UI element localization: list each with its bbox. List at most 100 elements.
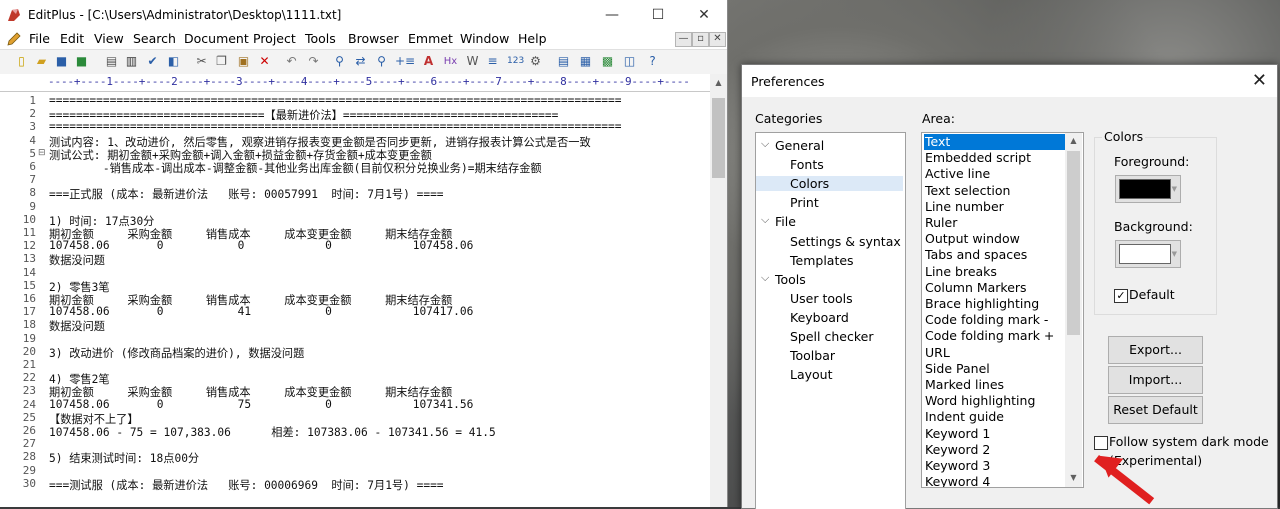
area-list-scrollbar[interactable]: ▲ ▼	[1065, 133, 1082, 487]
area-item[interactable]: Text	[924, 134, 1065, 150]
goto-line-icon[interactable]: +≡	[395, 54, 415, 69]
area-item[interactable]: Side Panel	[924, 361, 1065, 377]
minimize-button[interactable]: —	[589, 0, 635, 30]
chevron-down-icon[interactable]: ⌵	[761, 137, 769, 151]
menu-window[interactable]: Window	[460, 31, 509, 46]
category-spell-checker[interactable]: Spell checker	[790, 329, 873, 344]
category-fonts[interactable]: Fonts	[790, 157, 824, 172]
browser-icon[interactable]: ◧	[166, 54, 181, 69]
area-scrollbar-thumb[interactable]	[1067, 151, 1080, 335]
area-item[interactable]: Column Markers	[924, 280, 1065, 296]
hex-view-icon[interactable]: Hx	[443, 54, 458, 69]
menu-document[interactable]: Document	[184, 31, 249, 46]
area-item[interactable]: Line number	[924, 199, 1065, 215]
close-button[interactable]: ✕	[681, 0, 727, 30]
menu-emmet[interactable]: Emmet	[408, 31, 453, 46]
fold-marker-icon[interactable]: ⊟	[38, 148, 46, 158]
menu-browser[interactable]: Browser	[348, 31, 399, 46]
area-scroll-down-icon[interactable]: ▼	[1065, 473, 1082, 482]
area-item[interactable]: Code folding mark -	[924, 312, 1065, 328]
output-window-icon[interactable]: ▩	[600, 54, 615, 69]
paste-icon[interactable]: ▣	[236, 54, 251, 69]
category-file[interactable]: ⌵ File	[761, 213, 796, 229]
maximize-button[interactable]: ☐	[635, 0, 681, 30]
menu-tools[interactable]: Tools	[305, 31, 336, 46]
mdi-restore-button[interactable]: ▫	[692, 32, 709, 47]
category-print[interactable]: Print	[790, 195, 819, 210]
find-icon[interactable]: ⚲	[332, 54, 347, 69]
area-item[interactable]: Tabs and spaces	[924, 247, 1065, 263]
replace-icon[interactable]: ⇄	[353, 54, 368, 69]
menu-help[interactable]: Help	[518, 31, 547, 46]
find-in-files-icon[interactable]: ⚲	[374, 54, 389, 69]
fullscreen-icon[interactable]: ◫	[622, 54, 637, 69]
undo-icon[interactable]: ↶	[284, 54, 299, 69]
category-keyboard[interactable]: Keyboard	[790, 310, 849, 325]
cliptext-icon[interactable]: ▤	[556, 54, 571, 69]
word-wrap-icon[interactable]: W	[465, 54, 480, 69]
area-item[interactable]: Keyword 4	[924, 474, 1065, 487]
category-layout[interactable]: Layout	[790, 367, 833, 382]
reset-default-button[interactable]: Reset Default	[1108, 396, 1203, 424]
export-button[interactable]: Export...	[1108, 336, 1203, 364]
area-item[interactable]: Indent guide	[924, 409, 1065, 425]
mdi-close-button[interactable]: ✕	[709, 32, 726, 47]
category-templates[interactable]: Templates	[790, 253, 854, 268]
dialog-close-icon[interactable]: ✕	[1252, 70, 1267, 91]
copy-icon[interactable]: ❐	[214, 54, 229, 69]
ruler-icon[interactable]: ≡	[485, 54, 500, 69]
category-tools[interactable]: ⌵ Tools	[761, 271, 806, 287]
area-item[interactable]: URL	[924, 345, 1065, 361]
area-item[interactable]: Ruler	[924, 215, 1065, 231]
print-preview-icon[interactable]: ▤	[104, 54, 119, 69]
area-scroll-up-icon[interactable]: ▲	[1065, 136, 1082, 145]
area-item[interactable]: Keyword 1	[924, 426, 1065, 442]
area-item[interactable]: Marked lines	[924, 377, 1065, 393]
menu-search[interactable]: Search	[133, 31, 176, 46]
category-settings-syntax[interactable]: Settings & syntax	[790, 234, 901, 249]
redo-icon[interactable]: ↷	[306, 54, 321, 69]
area-item[interactable]: Text selection	[924, 183, 1065, 199]
save-all-icon[interactable]: ■	[74, 54, 89, 69]
help-icon[interactable]: ?	[645, 54, 660, 69]
default-checkbox[interactable]: ✓	[1114, 289, 1128, 303]
chevron-down-icon[interactable]: ⌵	[761, 213, 769, 227]
foreground-color-picker[interactable]: ▼	[1115, 175, 1181, 203]
print-icon[interactable]: ▥	[124, 54, 139, 69]
background-color-picker[interactable]: ▼	[1115, 240, 1181, 268]
font-size-icon[interactable]: A	[421, 54, 436, 69]
chevron-down-icon[interactable]: ⌵	[761, 271, 769, 285]
area-item[interactable]: Line breaks	[924, 264, 1065, 280]
scroll-up-icon[interactable]: ▲	[710, 78, 727, 87]
directory-icon[interactable]: ▦	[578, 54, 593, 69]
area-item[interactable]: Output window	[924, 231, 1065, 247]
area-item[interactable]: Keyword 2	[924, 442, 1065, 458]
menu-view[interactable]: View	[94, 31, 124, 46]
new-file-icon[interactable]: ▯	[14, 54, 29, 69]
text-editor[interactable]: 1 =======================================…	[0, 92, 710, 507]
area-item[interactable]: Embedded script	[924, 150, 1065, 166]
delete-icon[interactable]: ✕	[257, 54, 272, 69]
menu-file[interactable]: File	[29, 31, 50, 46]
save-icon[interactable]: ■	[54, 54, 69, 69]
area-item[interactable]: Keyword 3	[924, 458, 1065, 474]
area-item[interactable]: Word highlighting	[924, 393, 1065, 409]
area-item[interactable]: Active line	[924, 166, 1065, 182]
editor-vertical-scrollbar[interactable]: ▲	[710, 74, 727, 507]
category-colors[interactable]: Colors	[756, 176, 903, 192]
cut-icon[interactable]: ✂	[194, 54, 209, 69]
area-item[interactable]: Code folding mark +	[924, 328, 1065, 344]
preferences-gear-icon[interactable]: ⚙	[528, 54, 543, 69]
open-folder-icon[interactable]: ▰	[34, 54, 49, 69]
import-button[interactable]: Import...	[1108, 366, 1203, 394]
area-item[interactable]: Brace highlighting	[924, 296, 1065, 312]
scrollbar-thumb[interactable]	[712, 98, 725, 178]
menu-edit[interactable]: Edit	[60, 31, 84, 46]
mdi-minimize-button[interactable]: —	[675, 32, 692, 47]
spell-check-icon[interactable]: ✔	[145, 54, 160, 69]
category-general[interactable]: ⌵ General	[761, 137, 824, 153]
category-user-tools[interactable]: User tools	[790, 291, 853, 306]
line-number-icon[interactable]: 123	[507, 54, 524, 69]
menu-project[interactable]: Project	[253, 31, 296, 46]
category-toolbar[interactable]: Toolbar	[790, 348, 835, 363]
